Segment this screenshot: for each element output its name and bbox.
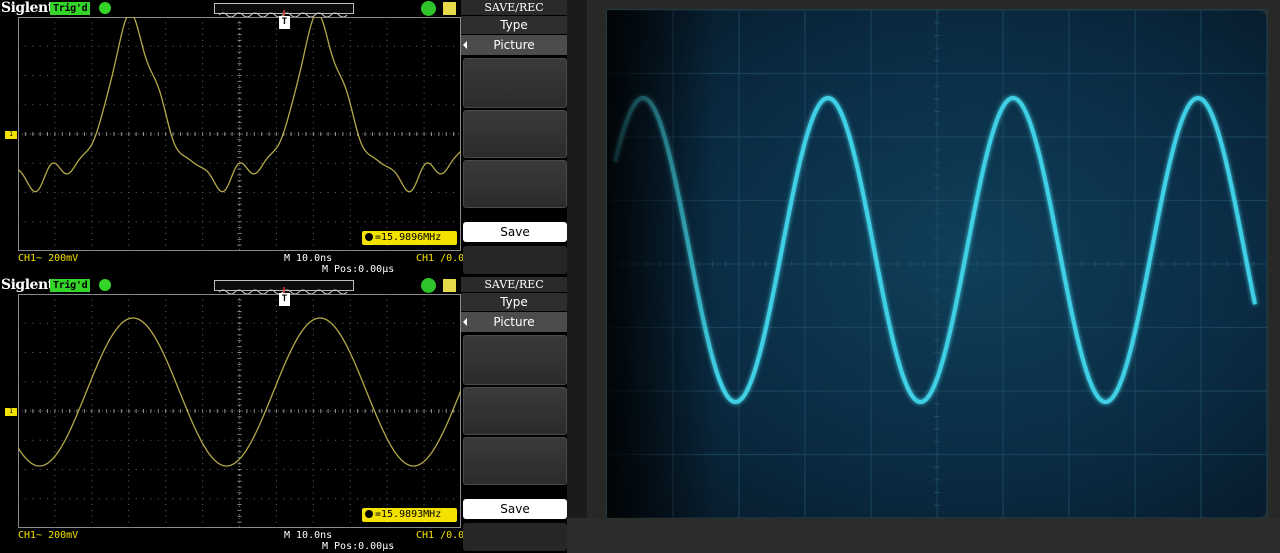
save-button[interactable]: Save bbox=[463, 499, 567, 519]
frequency-icon bbox=[365, 233, 373, 241]
frequency-readout: =15.9893MHz bbox=[362, 508, 457, 522]
scope-screenshot-top: Siglent Trig'd 1 T =15.9896MHz CH1~ 200m… bbox=[0, 0, 567, 276]
run-state-icon bbox=[99, 279, 111, 291]
menu-blank-button-2[interactable] bbox=[463, 387, 567, 435]
menu-title: SAVE/REC bbox=[461, 277, 567, 292]
brand-label: Siglent bbox=[1, 0, 54, 16]
printer-icon bbox=[442, 278, 457, 293]
waveform-grid bbox=[18, 17, 461, 251]
analog-oscilloscope-photo bbox=[567, 0, 1280, 553]
ch1-ground-marker[interactable]: 1 bbox=[5, 131, 17, 139]
trig-status-badge: Trig'd bbox=[50, 2, 91, 15]
menu-type-value[interactable]: Picture bbox=[461, 35, 567, 55]
run-state-icon bbox=[99, 2, 111, 14]
menu-blank-button-2[interactable] bbox=[463, 110, 567, 158]
save-button[interactable]: Save bbox=[463, 222, 567, 242]
frequency-value: =15.9893MHz bbox=[375, 509, 442, 520]
memory-timeline-bar bbox=[214, 3, 354, 19]
waveform-display bbox=[18, 17, 461, 251]
menu-left-arrow-icon bbox=[463, 41, 467, 49]
horizontal-position: M Pos:0.00µs bbox=[322, 264, 395, 275]
scope-header: Siglent Trig'd bbox=[0, 0, 460, 19]
memory-timeline-bar bbox=[214, 280, 354, 296]
menu-left-arrow-icon bbox=[463, 318, 467, 326]
graticule bbox=[18, 17, 461, 251]
scope-header: Siglent Trig'd bbox=[0, 277, 460, 296]
menu-title: SAVE/REC bbox=[461, 0, 567, 15]
menu-blank-button-1[interactable] bbox=[463, 58, 567, 108]
menu-type-value[interactable]: Picture bbox=[461, 312, 567, 332]
trig-status-badge: Trig'd bbox=[50, 279, 91, 292]
usb-icon bbox=[421, 1, 436, 16]
menu-blank-button-3[interactable] bbox=[463, 437, 567, 485]
trigger-position-marker[interactable]: T bbox=[279, 16, 290, 29]
menu-type-label[interactable]: Type bbox=[461, 293, 567, 311]
waveform-display bbox=[18, 294, 461, 528]
frequency-icon bbox=[365, 510, 373, 518]
ch1-ground-marker[interactable]: 1 bbox=[5, 408, 17, 416]
trigger-position-marker[interactable]: T bbox=[279, 293, 290, 306]
brand-label: Siglent bbox=[1, 277, 54, 293]
ch1-scale: CH1~ 200mV bbox=[18, 253, 79, 264]
scope-screenshot-bottom: Siglent Trig'd 1 T =15.9893MHz CH1~ 200m… bbox=[0, 277, 567, 553]
menu-type-label[interactable]: Type bbox=[461, 16, 567, 34]
printer-icon bbox=[442, 1, 457, 16]
frequency-readout: =15.9896MHz bbox=[362, 231, 457, 245]
timebase: M 10.0ns bbox=[284, 530, 333, 541]
frequency-value: =15.9896MHz bbox=[375, 232, 442, 243]
menu-blank-button-1[interactable] bbox=[463, 335, 567, 385]
ch1-scale: CH1~ 200mV bbox=[18, 530, 79, 541]
crt-screen bbox=[567, 0, 1280, 553]
graticule bbox=[18, 294, 461, 528]
menu-footer bbox=[463, 246, 567, 274]
usb-icon bbox=[421, 278, 436, 293]
menu-blank-button-3[interactable] bbox=[463, 160, 567, 208]
ch1-trace bbox=[18, 317, 461, 467]
menu-footer bbox=[463, 523, 567, 551]
side-menu: SAVE/REC Type Picture Save bbox=[461, 277, 567, 553]
waveform-grid bbox=[18, 294, 461, 528]
timebase: M 10.0ns bbox=[284, 253, 333, 264]
horizontal-position: M Pos:0.00µs bbox=[322, 541, 395, 552]
side-menu: SAVE/REC Type Picture Save bbox=[461, 0, 567, 276]
